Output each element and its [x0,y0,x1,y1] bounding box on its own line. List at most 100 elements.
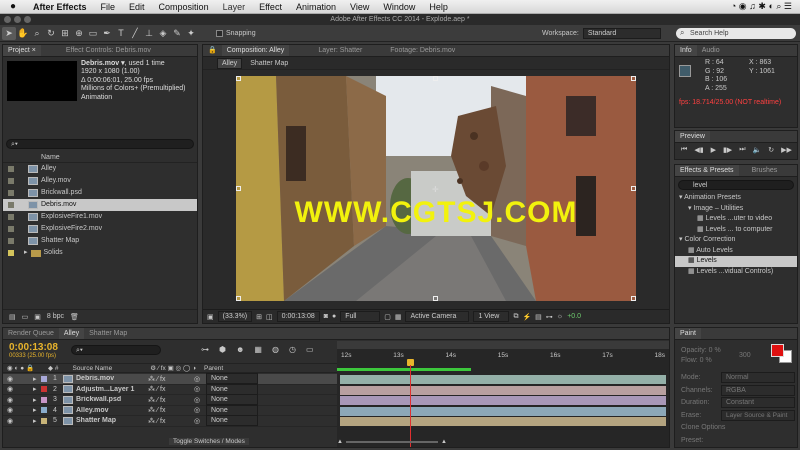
visibility-icon[interactable]: ◉ [7,406,33,414]
label-color-swatch[interactable] [8,202,14,208]
always-preview-icon[interactable]: ▣ [207,313,214,321]
bpc-button[interactable]: 8 bpc [47,313,64,320]
label-color-swatch[interactable] [8,214,14,220]
tab-info[interactable]: Info [675,45,697,56]
pen-tool-icon[interactable]: ▭ [86,27,100,40]
transform-handle[interactable] [433,76,438,81]
frame-blending-icon[interactable]: ▦ [254,345,262,354]
timeline-icon[interactable]: ▤ [535,313,542,321]
effects-tree-item[interactable]: ▦ Levels ...uter to video [675,214,797,225]
viewer-lock-icon[interactable]: 🔒 [203,45,222,56]
type-tool-icon[interactable]: T [114,27,128,40]
layer-switches[interactable]: ⁂ ⁄ fx [148,375,194,383]
view-layout-select[interactable]: 1 View [473,311,510,322]
apple-icon[interactable]: ● [0,1,26,12]
av-switches-icon[interactable]: ◉ ◐ ● 🔒 [7,364,34,372]
color-channel-icon[interactable]: ● [332,313,336,320]
graph-editor-icon[interactable]: ◷ [289,345,296,354]
tab-brushes[interactable]: Brushes [747,165,783,176]
transform-handle[interactable] [236,76,241,81]
layer-label-color[interactable] [41,417,47,424]
pickwhip-icon[interactable]: ◎ [194,396,206,404]
tab-effects-presets[interactable]: Effects & Presets [675,165,739,176]
zoom-slider[interactable]: ▲ ▲ [337,439,447,445]
paint-flow[interactable]: Flow: 0 % [681,356,721,366]
parent-select[interactable]: None [206,404,258,416]
pickwhip-icon[interactable]: ◎ [194,417,206,425]
last-frame-icon[interactable]: ⏭ [739,146,745,154]
tab-paint[interactable]: Paint [675,328,701,339]
subtab-alley[interactable]: Alley [217,57,243,69]
layer-switches[interactable]: ⁂ ⁄ fx [148,396,194,404]
camera-tool-icon[interactable]: ⊞ [58,27,72,40]
transform-handle[interactable] [631,186,636,191]
layer-row[interactable]: ◉ ▸ 5 Shatter Map ⁂ ⁄ fx ◎ None [3,415,337,427]
layer-switches[interactable]: ⁂ ⁄ fx [148,385,194,393]
channels-select[interactable]: RGBA [721,384,795,396]
interpret-footage-icon[interactable]: ▤ [9,313,16,321]
layer-duration-bar[interactable] [340,417,666,426]
effects-tree-item[interactable]: ▾ Image – Utilities [675,204,797,215]
menu-view[interactable]: View [343,2,376,12]
selection-tool-icon[interactable]: ➤ [2,26,16,40]
tab-footage-debris[interactable]: Footage: Debris.mov [385,45,460,56]
source-name-header[interactable]: Source Name [72,365,112,372]
clone-tool-icon[interactable]: ⊥ [142,27,156,40]
menu-animation[interactable]: Animation [289,2,343,12]
project-item[interactable]: ExplosiveFire1.mov [3,211,197,223]
menu-window[interactable]: Window [376,2,422,12]
layer-row[interactable]: ◉ ▸ 1 Debris.mov ⁂ ⁄ fx ◎ None [3,373,337,385]
project-item[interactable]: Debris.mov [3,199,197,211]
project-search-input[interactable]: ⌕▾ [6,139,194,149]
draft-3d-icon[interactable]: ⬢ [219,345,226,354]
transform-handle[interactable] [236,296,241,301]
composition-frame[interactable]: WWW.CGTSJ.COM ✛ [236,76,636,301]
comp-mini-flowchart-icon[interactable]: ⊶ [201,345,209,354]
pickwhip-icon[interactable]: ◎ [194,406,206,414]
erase-select[interactable]: Layer Source & Paint [721,409,795,421]
layer-row[interactable]: ◉ ▸ 3 Brickwall.psd ⁂ ⁄ fx ◎ None [3,394,337,406]
layer-row[interactable]: ◉ ▸ 4 Alley.mov ⁂ ⁄ fx ◎ None [3,404,337,416]
mute-icon[interactable]: 🔈 [753,146,762,154]
pan-behind-tool-icon[interactable]: ⊕ [72,27,86,40]
timeline-timecode[interactable]: 0:00:13:08 [9,342,58,353]
snapping-checkbox[interactable] [216,29,223,37]
effects-tree-item[interactable]: ▾ Color Correction [675,235,797,246]
menu-layer[interactable]: Layer [216,2,253,12]
layer-label-color[interactable] [41,375,47,382]
layer-duration-bar[interactable] [340,385,666,395]
zoom-tool-icon[interactable]: ⌕ [30,27,44,40]
brush-tool-icon[interactable]: ╱ [128,27,142,40]
label-color-swatch[interactable] [8,190,14,196]
tab-project[interactable]: Project × [3,45,41,56]
transform-handle[interactable] [631,76,636,81]
pickwhip-icon[interactable]: ◎ [194,385,206,393]
first-frame-icon[interactable]: ⏮ [681,146,687,154]
eraser-tool-icon[interactable]: ◈ [156,27,170,40]
playhead-line[interactable] [410,365,411,447]
tab-audio[interactable]: Audio [697,45,725,56]
parent-select[interactable]: None [206,373,258,385]
grid-icon[interactable]: ⊞ [256,313,262,321]
layer-name[interactable]: Brickwall.psd [76,396,148,403]
parent-select[interactable]: None [206,415,258,427]
project-item[interactable]: Alley [3,163,197,175]
project-item[interactable]: Brickwall.psd [3,187,197,199]
tab-timeline-alley[interactable]: Alley [58,328,85,339]
delete-icon[interactable]: 🗑 [70,313,79,321]
next-frame-icon[interactable]: ▮▶ [723,146,732,154]
window-controls[interactable] [4,16,31,23]
resolution-select[interactable]: Full [340,311,381,322]
transform-handle[interactable] [631,296,636,301]
visibility-icon[interactable]: ◉ [7,396,33,404]
tab-effect-controls[interactable]: Effect Controls: Debris.mov [61,45,156,56]
tab-render-queue[interactable]: Render Queue [3,328,59,339]
project-item[interactable]: ▸ Solids [3,247,197,259]
layer-name[interactable]: Shatter Map [76,417,148,424]
tab-layer-shatter[interactable]: Layer: Shatter [313,45,367,56]
subtab-shatter-map[interactable]: Shatter Map [244,60,294,67]
ram-preview-icon[interactable]: ▶▶ [781,146,792,154]
region-of-interest-icon[interactable]: ▢ [384,313,391,321]
brainstorm-icon[interactable]: ▭ [306,345,314,354]
menu-effect[interactable]: Effect [252,2,289,12]
